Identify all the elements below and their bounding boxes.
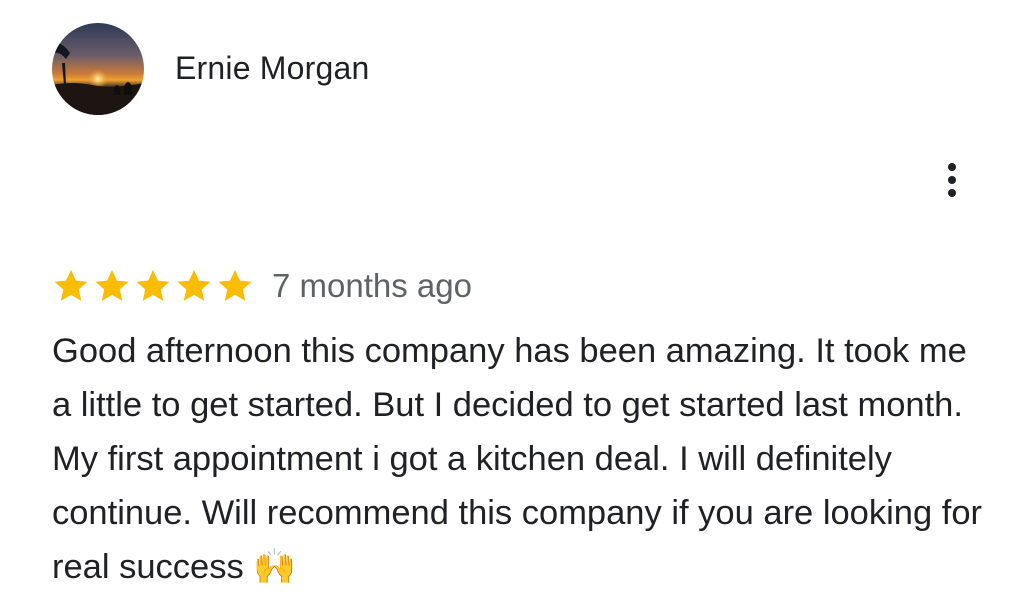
review-text: Good afternoon this company has been ama…: [52, 332, 992, 586]
sunset-photo-avatar-icon: [52, 23, 144, 115]
star-icon: [177, 269, 211, 301]
star-icon: [218, 269, 252, 301]
star-icon: [136, 269, 170, 301]
star-rating: [52, 267, 254, 305]
reviewer-name[interactable]: Ernie Morgan: [175, 48, 370, 88]
more-vert-icon-dot: [948, 163, 956, 171]
review-card: Ernie Morgan 7 months ago Good afternoon…: [0, 0, 1024, 614]
more-vert-icon-dot: [948, 189, 956, 197]
review-date: 7 months ago: [272, 267, 472, 304]
star-icon: [95, 269, 129, 301]
more-vert-icon-dot: [948, 176, 956, 184]
more-options-button[interactable]: [936, 158, 968, 202]
rating-row: 7 months ago: [52, 264, 472, 308]
reviewer-avatar[interactable]: [52, 23, 144, 115]
star-icon: [54, 269, 88, 301]
